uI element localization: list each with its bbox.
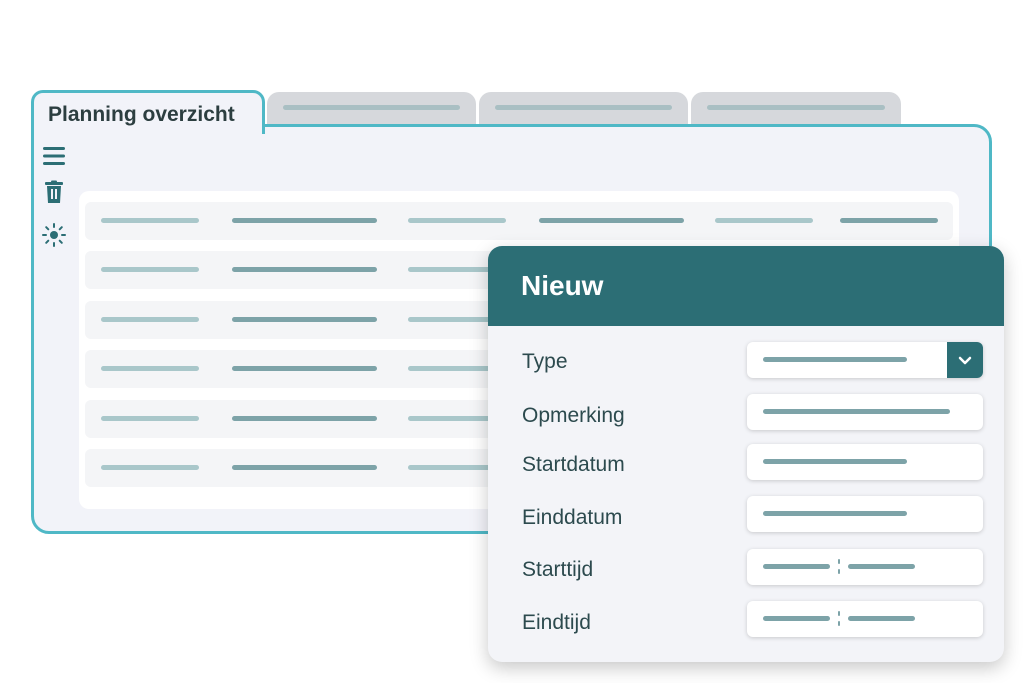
eindtijd-input[interactable]	[747, 601, 983, 637]
chevron-down-icon	[958, 356, 972, 365]
trash-icon[interactable]	[42, 180, 66, 204]
eindtijd-label: Eindtijd	[522, 611, 591, 634]
tab-label-placeholder	[495, 105, 672, 110]
tab-label-placeholder	[283, 105, 460, 110]
startdatum-input[interactable]	[747, 444, 983, 480]
starttijd-label: Starttijd	[522, 558, 594, 581]
startdatum-label: Startdatum	[522, 453, 625, 476]
time-separator	[838, 610, 840, 628]
dialog-title: Nieuw	[521, 270, 604, 301]
dialog-header: Nieuw	[488, 246, 1004, 326]
new-item-dialog: Nieuw Type Opmerking Startdatum Einddatu…	[488, 246, 1004, 662]
tab-planning-overzicht[interactable]: Planning overzicht	[31, 90, 265, 134]
tab-label-placeholder	[707, 105, 885, 110]
table-row[interactable]	[85, 202, 953, 240]
type-dropdown-button[interactable]	[947, 342, 983, 378]
opmerking-input[interactable]	[747, 394, 983, 430]
opmerking-label: Opmerking	[522, 404, 625, 427]
tab-label: Planning overzicht	[48, 103, 235, 126]
time-separator	[838, 558, 840, 576]
type-label: Type	[522, 350, 568, 373]
einddatum-label: Einddatum	[522, 506, 623, 529]
sun-icon[interactable]	[42, 223, 66, 247]
einddatum-input[interactable]	[747, 496, 983, 532]
starttijd-input[interactable]	[747, 549, 983, 585]
menu-icon[interactable]	[42, 144, 66, 168]
type-select[interactable]	[747, 342, 983, 378]
